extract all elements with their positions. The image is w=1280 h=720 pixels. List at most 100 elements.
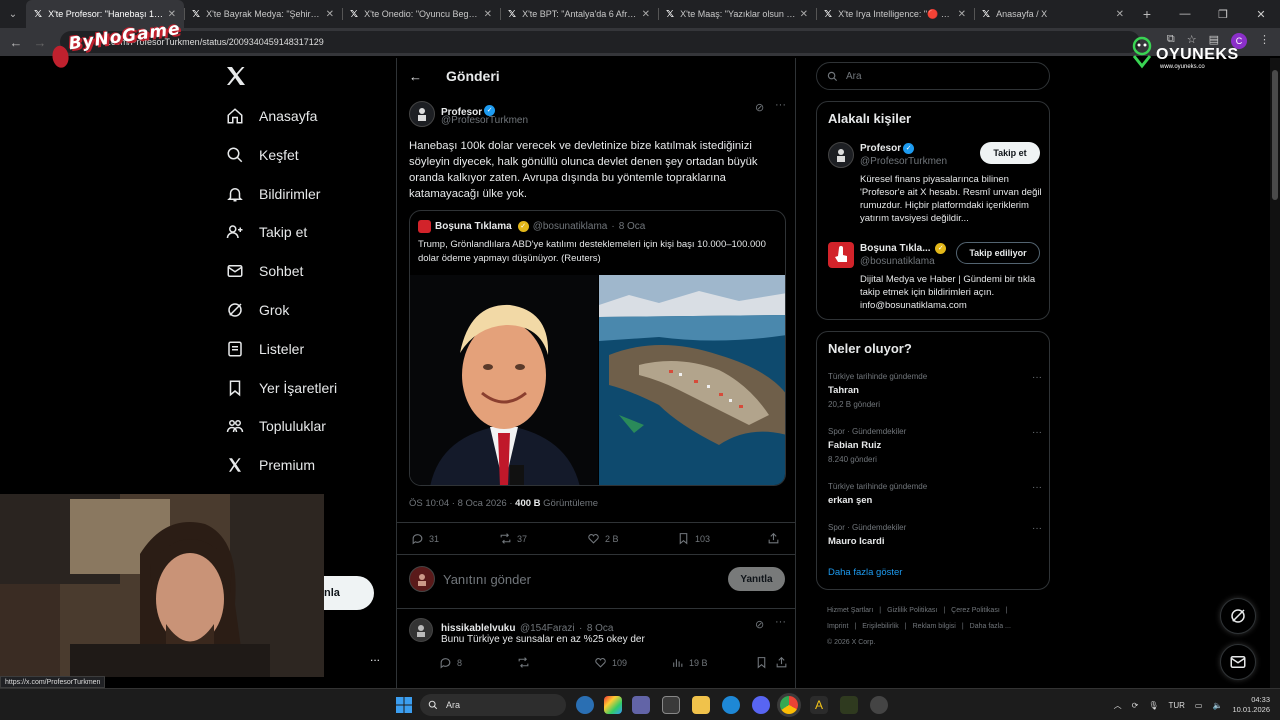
avatar[interactable] [409,618,433,642]
close-icon[interactable]: ✕ [958,9,966,20]
more-icon[interactable]: ··· [775,616,786,628]
reply-author-handle[interactable]: @154Farazi [520,623,575,634]
reply-action[interactable]: 8 [439,656,462,669]
back-arrow-icon[interactable]: ← [4,35,28,50]
footer-link[interactable]: Reklam bilgisi [913,623,956,630]
discord-icon[interactable] [752,696,770,714]
more-icon[interactable]: ··· [1032,372,1042,383]
person-handle[interactable]: @bosunatiklama [860,256,935,267]
repost-action[interactable]: 37 [499,532,527,545]
reply-input[interactable]: Yanıtını gönder [443,572,531,587]
menu-dots-icon[interactable]: ⋮ [1259,33,1270,49]
footer-link[interactable]: Daha fazla ... [970,623,1011,630]
scrollbar-thumb[interactable] [1272,70,1278,200]
person-handle[interactable]: @ProfesorTurkmen [860,156,947,167]
like-action[interactable]: 2 B [587,532,619,545]
grok-fab[interactable] [1220,598,1256,634]
more-icon[interactable]: ··· [1032,523,1042,534]
grok-icon[interactable]: ⊘ [755,101,764,114]
monitor-icon[interactable]: ▭ [1195,701,1203,710]
trend-item[interactable]: Spor · Gündemdekiler Fabian Ruiz 8.240 g… [828,427,1042,464]
x-home-logo-icon[interactable] [224,64,248,88]
colorful-app-icon[interactable] [604,696,622,714]
minimize-icon[interactable]: — [1166,0,1204,28]
folder-icon[interactable] [692,696,710,714]
tab-2[interactable]: 𝕏 X'te Onedio: "Oyuncu Begüm Ö ✕ [342,0,500,28]
footer-link[interactable]: Gizlilik Politikası [887,607,937,614]
edge-icon[interactable] [722,696,740,714]
speaker-icon[interactable]: 🔈 [1212,701,1222,710]
nav-home[interactable]: Anasayfa [226,101,317,131]
search-input[interactable]: Ara [816,62,1050,90]
nav-premium[interactable]: Premium [226,450,315,480]
footer-link[interactable]: Erişilebilirlik [862,623,899,630]
microphone-icon[interactable]: 🎙 [1148,701,1158,710]
tab-search-dropdown[interactable]: ⌄ [0,0,26,28]
chevron-up-icon[interactable]: ︿ [1114,700,1122,711]
trump-photo[interactable] [410,275,598,485]
back-arrow-icon[interactable]: ← [409,69,422,84]
more-icon[interactable]: ··· [1032,427,1042,438]
nav-notifications[interactable]: Bildirimler [226,179,320,209]
close-window-icon[interactable]: ✕ [1242,0,1280,28]
like-action[interactable]: 109 [594,656,627,669]
new-tab-button[interactable]: + [1132,6,1162,22]
trend-item[interactable]: Türkiye tarihinde gündemde erkan şen ··· [828,482,1042,506]
tweet-time[interactable]: ÖS 10:04 · 8 Oca 2026 · [409,498,515,509]
store-icon[interactable] [662,696,680,714]
tab-6[interactable]: 𝕏 Anasayfa / X ✕ [974,0,1132,28]
nav-follow[interactable]: Takip et [226,217,307,247]
greenland-photo[interactable] [599,275,785,485]
reply-button[interactable]: Yanıtla [728,567,785,591]
tab-3[interactable]: 𝕏 X'te BPT: "Antalya'da 6 Afrika k ✕ [500,0,658,28]
footer-link[interactable]: Hizmet Şartları [827,607,873,614]
following-button[interactable]: Takip ediliyor [956,242,1040,264]
taskbar-clock[interactable]: 04:33 10.01.2026 [1232,695,1270,715]
sync-icon[interactable]: ⟳ [1132,701,1139,710]
show-more-link[interactable]: Daha fazla göster [828,567,902,578]
bookmark-action[interactable] [755,656,768,669]
nav-explore[interactable]: Keşfet [226,140,299,170]
close-icon[interactable]: ✕ [642,9,650,20]
reply-author-name[interactable]: hissikablelvuku [441,623,515,634]
author-handle[interactable]: @ProfesorTurkmen [441,115,528,126]
quoted-tweet[interactable]: Boşuna Tıklama ✓ @bosunatiklama · 8 Oca … [409,210,786,486]
person-name[interactable]: Boşuna Tıkla... ✓ [860,243,947,254]
language-indicator[interactable]: TUR [1168,701,1184,710]
person-card[interactable]: Boşuna Tıkla... ✓ @bosunatiklama Takip e… [828,242,1042,312]
close-icon[interactable]: ✕ [484,9,492,20]
app-icon[interactable] [870,696,888,714]
trend-item[interactable]: Spor · Gündemdekiler Mauro Icardi ··· [828,523,1042,547]
share-action[interactable] [767,532,780,545]
reply-action[interactable]: 31 [411,532,439,545]
nav-communities[interactable]: Topluluklar [226,411,326,441]
chrome-icon[interactable] [780,696,798,714]
tab-5[interactable]: 𝕏 X'te Irya Intelligence: "🔴 Sosy ✕ [816,0,974,28]
windows-start-icon[interactable] [396,697,412,713]
nav-lists[interactable]: Listeler [226,334,304,364]
more-icon[interactable]: ··· [775,99,786,111]
share-action[interactable] [775,656,788,669]
copilot-icon[interactable] [576,696,594,714]
footer-link[interactable]: Çerez Politikası [951,607,1000,614]
nav-chat[interactable]: Sohbet [226,256,303,286]
url-field[interactable]: x.com/ProfesorTurkmen/status/20093404591… [60,31,1140,53]
trend-item[interactable]: Türkiye tarihinde gündemde Tahran 20,2 B… [828,372,1042,409]
views-action[interactable]: 19 B [671,656,708,669]
avatar[interactable] [828,142,854,168]
account-more-icon[interactable]: ... [370,650,380,664]
repost-action[interactable] [517,656,530,669]
close-icon[interactable]: ✕ [326,9,334,20]
footer-link[interactable]: Imprint [827,623,848,630]
maximize-icon[interactable]: ❐ [1204,0,1242,28]
teams-icon[interactable] [632,696,650,714]
taskbar-search[interactable]: Ara [420,694,566,716]
messages-fab[interactable] [1220,644,1256,680]
grok-icon[interactable]: ⊘ [755,618,764,631]
more-icon[interactable]: ··· [1032,482,1042,493]
follow-button[interactable]: Takip et [980,142,1040,164]
person-card[interactable]: Profesor ✓ @ProfesorTurkmen Takip et Küre… [828,142,1042,232]
avatar[interactable] [828,242,854,268]
avatar[interactable] [409,101,435,127]
tab-4[interactable]: 𝕏 X'te Maaş: "Yazıklar olsun böyle ✕ [658,0,816,28]
